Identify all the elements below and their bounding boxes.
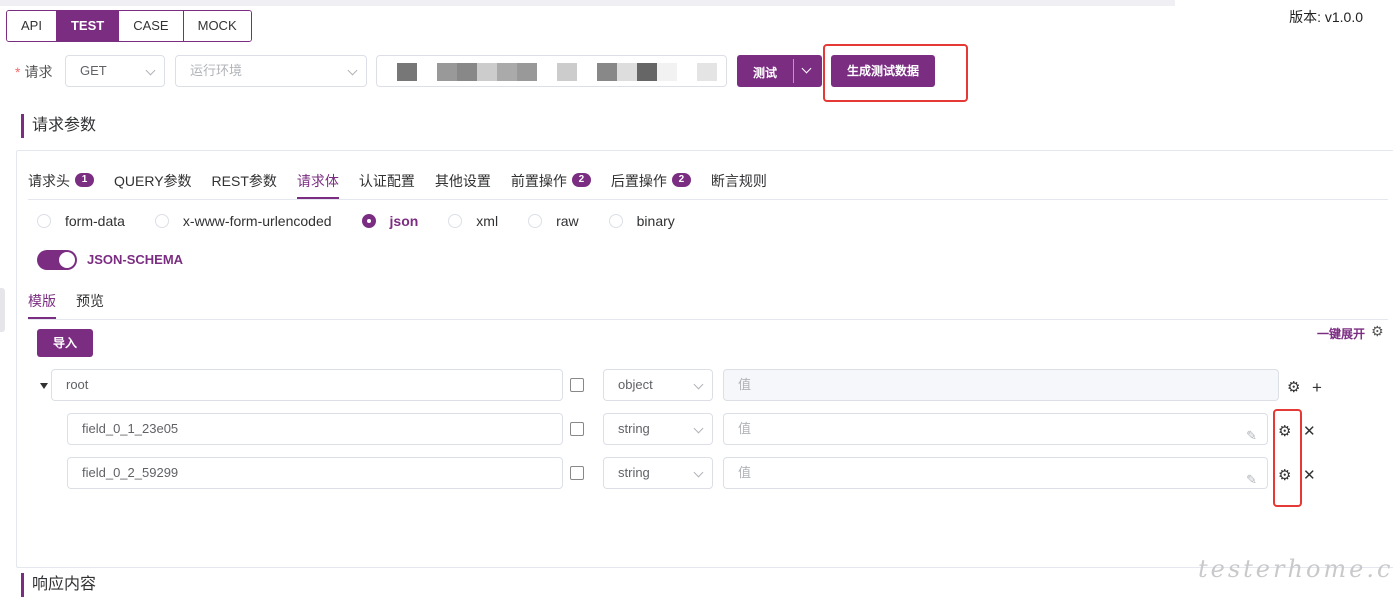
redacted-block <box>477 63 497 81</box>
field-name-input[interactable]: field_0_2_59299 <box>67 457 563 489</box>
tab-request-body[interactable]: 请求体 <box>296 171 339 199</box>
tab-case[interactable]: CASE <box>119 11 184 41</box>
type-select[interactable]: string <box>603 413 713 445</box>
request-params-panel: 请求头 1 QUERY参数 REST参数 请求体 认证配置 其他设置 前置操作 2 … <box>16 150 1393 568</box>
value-input[interactable]: 值 <box>723 369 1279 401</box>
value-input[interactable]: 值 ✎ <box>723 457 1268 489</box>
redacted-block <box>617 63 637 81</box>
gear-icon[interactable]: ⚙ <box>1371 323 1384 340</box>
redacted-block <box>497 63 517 81</box>
redacted-block <box>637 63 657 81</box>
radio-form-data[interactable]: form-data <box>37 213 125 229</box>
response-title: 响应内容 <box>21 573 96 597</box>
tab-rest-params[interactable]: REST参数 <box>212 171 277 199</box>
type-select[interactable]: object <box>603 369 713 401</box>
redacted-block <box>557 63 577 81</box>
close-icon[interactable]: ✕ <box>1303 468 1316 483</box>
param-tabs: 请求头 1 QUERY参数 REST参数 请求体 认证配置 其他设置 前置操作 2 … <box>28 171 787 199</box>
count-badge: 2 <box>671 173 691 187</box>
tab-test[interactable]: TEST <box>56 11 120 41</box>
chevron-down-icon <box>693 423 704 434</box>
redacted-block <box>437 63 457 81</box>
radio-binary[interactable]: binary <box>608 213 675 229</box>
required-checkbox[interactable] <box>570 422 584 436</box>
top-bar <box>0 0 1175 6</box>
redacted-block <box>457 63 477 81</box>
tab-other-settings[interactable]: 其他设置 <box>435 171 491 199</box>
request-label: * 请求 <box>15 64 53 80</box>
redacted-block <box>657 63 677 81</box>
tab-assertions[interactable]: 断言规则 <box>711 171 767 199</box>
close-icon[interactable]: ✕ <box>1303 424 1316 439</box>
count-badge: 1 <box>75 173 94 187</box>
highlight-box <box>823 44 968 102</box>
version-label: 版本: v1.0.0 <box>1289 9 1363 25</box>
redacted-block <box>517 63 537 81</box>
radio-xml[interactable]: xml <box>448 213 498 229</box>
chevron-down-icon <box>693 467 704 478</box>
json-schema-toggle[interactable] <box>37 250 77 270</box>
tab-auth-config[interactable]: 认证配置 <box>359 171 415 199</box>
chevron-down-icon <box>145 65 156 76</box>
json-schema-label: JSON-SCHEMA <box>87 252 184 267</box>
schema-sub-tabs: 模版 预览 <box>28 291 124 319</box>
tab-preview[interactable]: 预览 <box>76 291 104 319</box>
environment-select[interactable]: 运行环境 <box>175 55 367 87</box>
redacted-block <box>597 63 617 81</box>
mode-tabs: API TEST CASE MOCK <box>6 10 252 42</box>
request-params-title: 请求参数 <box>21 114 96 138</box>
field-name-input[interactable]: field_0_1_23e05 <box>67 413 563 445</box>
required-checkbox[interactable] <box>570 378 584 392</box>
radio-raw[interactable]: raw <box>528 213 579 229</box>
value-input[interactable]: 值 ✎ <box>723 413 1268 445</box>
chevron-down-icon <box>347 65 358 76</box>
sidebar-collapse-handle[interactable] <box>0 288 5 332</box>
required-checkbox[interactable] <box>570 466 584 480</box>
tab-post-actions[interactable]: 后置操作 2 <box>611 171 691 199</box>
redacted-block <box>397 63 417 81</box>
edit-icon[interactable]: ✎ <box>1246 465 1257 495</box>
import-button[interactable]: 导入 <box>37 329 93 357</box>
watermark: testerhome.com <box>1198 555 1393 583</box>
expand-all-link[interactable]: 一键展开 <box>1317 325 1365 342</box>
tab-mock[interactable]: MOCK <box>183 11 251 41</box>
count-badge: 2 <box>571 173 591 187</box>
url-input[interactable] <box>376 55 727 87</box>
chevron-down-icon <box>693 379 704 390</box>
tab-pre-actions[interactable]: 前置操作 2 <box>511 171 591 199</box>
plus-icon[interactable]: + <box>1312 379 1322 396</box>
edit-icon[interactable]: ✎ <box>1246 421 1257 451</box>
redacted-block <box>697 63 717 81</box>
tab-query-params[interactable]: QUERY参数 <box>114 171 192 199</box>
tab-headers[interactable]: 请求头 1 <box>28 171 94 199</box>
tab-api[interactable]: API <box>7 11 57 41</box>
tab-template[interactable]: 模版 <box>28 291 56 319</box>
test-button[interactable]: 测试 <box>737 55 822 87</box>
method-select[interactable]: GET <box>65 55 165 87</box>
type-select[interactable]: string <box>603 457 713 489</box>
gear-icon[interactable]: ⚙ <box>1287 380 1300 395</box>
highlight-box <box>1273 409 1302 507</box>
body-type-radios: form-data x-www-form-urlencoded json xml… <box>37 213 705 229</box>
radio-json[interactable]: json <box>361 213 418 229</box>
chevron-down-icon[interactable] <box>801 63 812 74</box>
field-name-input[interactable]: root <box>51 369 563 401</box>
caret-down-icon[interactable] <box>40 383 48 389</box>
radio-x-www-form-urlencoded[interactable]: x-www-form-urlencoded <box>154 213 332 229</box>
